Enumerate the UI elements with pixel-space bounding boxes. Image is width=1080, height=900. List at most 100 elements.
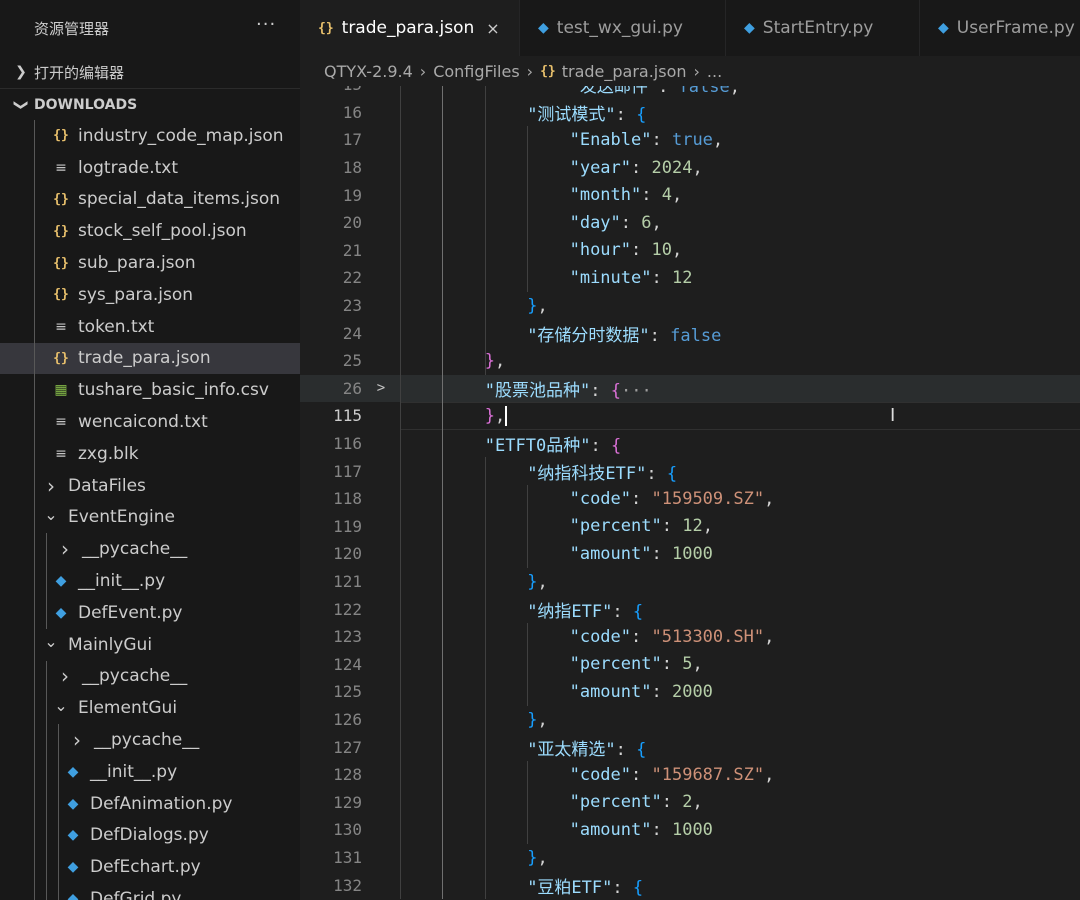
- line-number: 125: [333, 682, 362, 702]
- tree-item-label: trade_para.json: [78, 348, 211, 369]
- indent-guide: [58, 851, 59, 884]
- code-line: 129 "percent": 2,: [300, 789, 1080, 817]
- tree-item[interactable]: › DataFiles: [0, 469, 300, 502]
- code-line: 130 "amount": 1000: [300, 816, 1080, 844]
- code-line: 128 "code": "159687.SZ",: [300, 761, 1080, 789]
- tree-item[interactable]: ≡ logtrade.txt: [0, 151, 300, 184]
- tree-item[interactable]: ⌄ ElementGui: [0, 692, 300, 725]
- breadcrumb-item[interactable]: trade_para.json: [562, 62, 687, 81]
- editor-tab[interactable]: ◆ test_wx_gui.py: [520, 0, 726, 56]
- tree-item[interactable]: {} industry_code_map.json: [0, 120, 300, 152]
- tree-item[interactable]: › __pycache__: [0, 660, 300, 693]
- code-token: ,: [495, 350, 506, 371]
- tree-item-label: DefEvent.py: [78, 602, 183, 623]
- tree-item[interactable]: › __pycache__: [0, 533, 300, 566]
- code-token: :: [649, 325, 671, 346]
- code-text: "code": "159687.SZ",: [400, 765, 775, 785]
- python-file-icon: ◆: [744, 20, 755, 36]
- code-text: "亚太精选": {: [400, 735, 646, 760]
- code-token: :: [661, 516, 683, 537]
- code-token: {: [610, 436, 622, 457]
- editor-tab[interactable]: {} trade_para.json ×: [300, 0, 520, 56]
- code-token: :: [651, 129, 672, 150]
- more-actions-icon[interactable]: ···: [256, 14, 276, 35]
- fold-chevron-icon[interactable]: >: [362, 380, 400, 396]
- tree-item[interactable]: ≡ zxg.blk: [0, 437, 300, 470]
- tree-item[interactable]: {} sys_para.json: [0, 278, 300, 311]
- chevron-right-icon: ›: [73, 728, 81, 753]
- tree-item[interactable]: ◆ DefDialogs.py: [0, 819, 300, 852]
- code-token: :: [612, 877, 633, 898]
- code-text: "存储分时数据": false: [400, 321, 721, 346]
- csv-file-icon: ▦: [54, 382, 68, 399]
- workspace-section[interactable]: ❯ DOWNLOADS: [0, 88, 300, 120]
- code-token: "code": [569, 626, 632, 647]
- editor-tab[interactable]: ◆ StartEntry.py: [726, 0, 920, 56]
- code-token: "亚太精选": [527, 739, 616, 760]
- breadcrumb-item[interactable]: QTYX-2.9.4: [324, 62, 413, 81]
- breadcrumb-item[interactable]: ...: [707, 62, 722, 81]
- line-number: 26: [342, 378, 362, 398]
- tree-item[interactable]: ◆ DefEchart.py: [0, 851, 300, 884]
- line-number: 19: [342, 185, 362, 205]
- line-number: 131: [333, 848, 362, 868]
- code-text: "amount": 2000: [400, 682, 713, 702]
- tree-item[interactable]: ◆ DefAnimation.py: [0, 787, 300, 820]
- tree-item[interactable]: ≡ wencaicond.txt: [0, 406, 300, 438]
- indent-guide: [34, 310, 35, 343]
- line-number: 121: [333, 572, 362, 592]
- tree-item[interactable]: ◆ __init__.py: [0, 755, 300, 788]
- code-text: "amount": 1000: [400, 544, 713, 564]
- code-editor[interactable]: 15"发送邮件": false,16"测试模式": {17"Enable": t…: [300, 86, 1080, 900]
- chevron-right-icon: ›: [61, 664, 69, 689]
- code-token: }: [527, 709, 538, 730]
- code-line: 18 "year": 2024,: [300, 154, 1080, 182]
- code-token: false: [678, 86, 730, 98]
- code-token: "hour": [569, 240, 632, 261]
- tree-item[interactable]: {} trade_para.json: [0, 342, 300, 375]
- line-number: 15: [300, 86, 362, 94]
- tree-item[interactable]: ◆ DefEvent.py: [0, 596, 300, 629]
- text-cursor-icon: Ⅰ: [890, 405, 896, 426]
- code-token: {: [636, 104, 647, 125]
- tree-item[interactable]: ≡ token.txt: [0, 310, 300, 343]
- tree-item[interactable]: › __pycache__: [0, 724, 300, 756]
- text-file-icon: ≡: [55, 414, 67, 431]
- tree-item-label: ElementGui: [78, 698, 178, 719]
- breadcrumb-item[interactable]: ConfigFiles: [433, 62, 519, 81]
- tree-item[interactable]: {} sub_para.json: [0, 247, 300, 279]
- tree-item[interactable]: {} stock_self_pool.json: [0, 215, 300, 248]
- code-token: 2000: [671, 681, 713, 702]
- text-file-icon: ≡: [55, 159, 67, 176]
- tree-item[interactable]: {} special_data_items.json: [0, 183, 300, 216]
- open-editors-section[interactable]: ❯ 打开的编辑器: [0, 56, 300, 88]
- tree-item[interactable]: ⌄ MainlyGui: [0, 628, 300, 661]
- python-file-icon: ◆: [55, 573, 67, 590]
- tree-item[interactable]: ⌄ EventEngine: [0, 501, 300, 534]
- tree-item[interactable]: ◆ __init__.py: [0, 565, 300, 597]
- json-file-icon: {}: [53, 255, 69, 271]
- tree-item[interactable]: ▦ tushare_basic_info.csv: [0, 374, 300, 407]
- line-number: 22: [342, 268, 362, 288]
- python-file-icon: ◆: [67, 763, 79, 780]
- code-token: "month": [569, 185, 642, 206]
- code-token: :: [631, 488, 652, 509]
- tree-item[interactable]: ◆ DefGrid.py: [0, 883, 300, 900]
- tree-item-label: logtrade.txt: [78, 157, 179, 178]
- code-token: "发送邮件": [569, 86, 659, 98]
- close-icon[interactable]: ×: [486, 19, 499, 38]
- indent-guide: [34, 692, 35, 725]
- code-line: 123 "code": "513300.SH",: [300, 623, 1080, 651]
- indent-guide: [34, 533, 35, 566]
- code-token: 1000: [671, 819, 713, 840]
- editor-tab[interactable]: ◆ UserFrame.py: [920, 0, 1080, 56]
- code-token: "amount": [569, 681, 652, 702]
- json-file-icon: {}: [53, 223, 69, 239]
- indent-guide: [46, 819, 47, 852]
- code-token: ,: [692, 792, 703, 813]
- code-token: 2: [682, 792, 693, 813]
- code-token: :: [615, 104, 637, 125]
- code-line: 132 "豆粕ETF": {: [300, 871, 1080, 899]
- code-text: },: [400, 710, 548, 730]
- indent-guide: [527, 126, 529, 292]
